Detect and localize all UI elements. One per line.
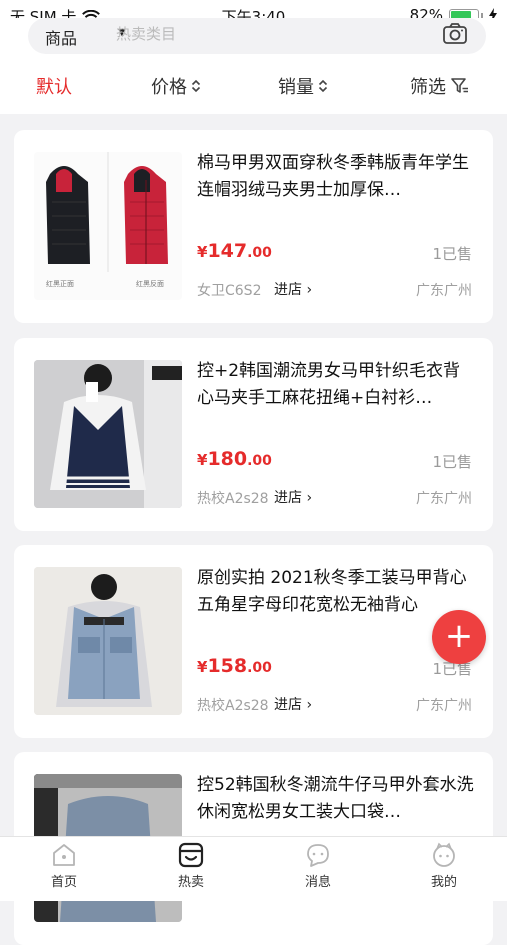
tab-home[interactable]: 首页 [24, 841, 104, 890]
thumb-caption-right: 红黑反面 [136, 280, 164, 288]
tab-home-label: 首页 [50, 875, 77, 890]
thumb-caption-left: 红黑正面 [46, 280, 74, 288]
enter-shop-label: 进店 [274, 282, 302, 298]
vest-image [34, 152, 182, 300]
tab-hot-label: 热卖 [177, 875, 204, 890]
search-input[interactable] [114, 24, 418, 44]
sort-arrows-icon [191, 79, 201, 93]
tab-bar: 首页 热卖 消息 我的 [0, 836, 507, 901]
search-category-select[interactable]: 商品 [45, 25, 77, 49]
sort-default[interactable]: 默认 [36, 73, 72, 99]
product-image[interactable]: 红黑正面 红黑反面 [34, 152, 182, 300]
enter-shop-link[interactable]: 进店 › [274, 279, 312, 299]
price-integer: 147 [207, 240, 248, 262]
denim-vest-photo [34, 567, 182, 715]
sold-count: 1已售 [432, 245, 472, 263]
price-integer: 158 [207, 655, 248, 677]
product-title[interactable]: 控+2韩国潮流男女马甲针织毛衣背心马夹手工麻花扭绳+白衬衫… [197, 358, 477, 412]
product-region: 广东广州 [416, 698, 472, 714]
tab-mine[interactable]: 我的 [404, 841, 484, 890]
enter-shop-link[interactable]: 进店 › [274, 694, 312, 714]
sort-arrows-icon [318, 79, 328, 93]
add-button[interactable]: + [432, 610, 486, 664]
sort-filter-label: 筛选 [410, 77, 446, 98]
shop-bag-icon [178, 842, 204, 868]
chevron-right-icon: › [306, 282, 313, 298]
shop-name: 女卫C6S2 [197, 283, 262, 299]
chevron-right-icon: › [306, 490, 313, 506]
product-title[interactable]: 原创实拍 2021秋冬季工装马甲背心五角星字母印花宽松无袖背心 [197, 565, 477, 619]
tab-hot[interactable]: 热卖 [151, 841, 231, 890]
sort-default-label: 默认 [36, 77, 72, 98]
enter-shop-link[interactable]: 进店 › [274, 487, 312, 507]
product-region: 广东广州 [416, 491, 472, 507]
product-title[interactable]: 控52韩国秋冬潮流牛仔马甲外套水洗休闲宽松男女工装大口袋… [197, 772, 477, 826]
sort-sales-label: 销量 [278, 77, 314, 98]
camera-icon[interactable] [442, 22, 468, 46]
product-image[interactable] [34, 567, 182, 715]
shop-name: 热校A2s28 [197, 491, 269, 507]
tab-mine-label: 我的 [430, 875, 457, 890]
product-image[interactable] [34, 360, 182, 508]
knit-vest-photo [34, 360, 182, 508]
shop-name: 热校A2s28 [197, 698, 269, 714]
price-decimal: .00 [247, 245, 272, 261]
enter-shop-label: 进店 [274, 697, 302, 713]
tab-messages-label: 消息 [304, 875, 331, 890]
sold-count: 1已售 [432, 453, 472, 471]
sort-price-label: 价格 [151, 77, 187, 98]
product-card[interactable]: 原创实拍 2021秋冬季工装马甲背心五角星字母印花宽松无袖背心 ¥158.00 … [14, 545, 493, 738]
sort-filter[interactable]: 筛选 [410, 73, 470, 99]
price-integer: 180 [207, 448, 248, 470]
currency-symbol: ¥ [197, 243, 208, 261]
filter-icon [451, 78, 468, 93]
price-decimal: .00 [247, 453, 272, 469]
enter-shop-label: 进店 [274, 490, 302, 506]
product-title[interactable]: 棉马甲男双面穿秋冬季韩版青年学生连帽羽绒马夹男士加厚保… [197, 150, 477, 204]
chevron-right-icon: › [306, 697, 313, 713]
tab-messages[interactable]: 消息 [278, 841, 358, 890]
sort-bar: 默认 价格 销量 筛选 [0, 58, 507, 114]
sort-sales[interactable]: 销量 [278, 73, 328, 99]
currency-symbol: ¥ [197, 658, 208, 676]
product-price: ¥158.00 [197, 655, 272, 677]
search-bar: 商品 ▼ [0, 18, 507, 58]
product-region: 广东广州 [416, 283, 472, 299]
sort-price[interactable]: 价格 [151, 73, 201, 99]
home-icon [53, 844, 75, 866]
battery-cap [481, 12, 483, 18]
currency-symbol: ¥ [197, 451, 208, 469]
profile-icon [433, 842, 455, 867]
message-icon [307, 844, 329, 867]
product-card[interactable]: 红黑正面 红黑反面 棉马甲男双面穿秋冬季韩版青年学生连帽羽绒马夹男士加厚保… ¥… [14, 130, 493, 323]
search-box[interactable]: 商品 ▼ [28, 18, 486, 54]
price-decimal: .00 [247, 660, 272, 676]
product-card[interactable]: 控+2韩国潮流男女马甲针织毛衣背心马夹手工麻花扭绳+白衬衫… ¥180.00 1… [14, 338, 493, 531]
product-price: ¥147.00 [197, 240, 272, 262]
product-price: ¥180.00 [197, 448, 272, 470]
